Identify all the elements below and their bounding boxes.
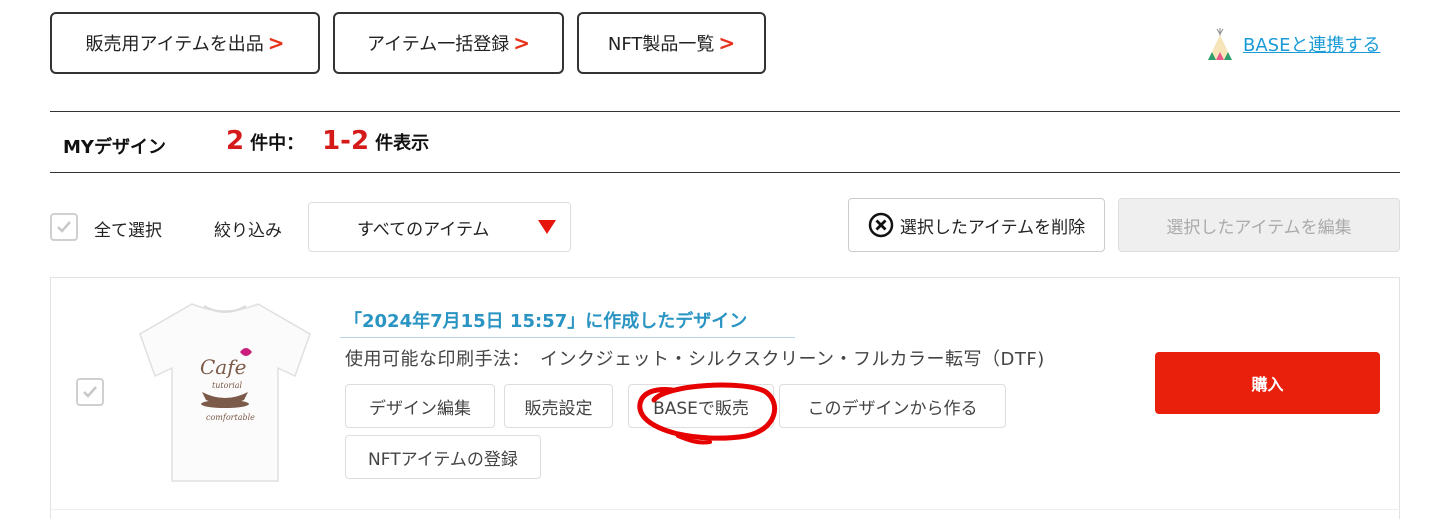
- delete-selected-button[interactable]: 選択したアイテムを削除: [848, 198, 1105, 252]
- result-count: 2 件中： 1-2 件表示: [226, 126, 441, 156]
- print-methods-label: 使用可能な印刷手法：: [345, 349, 530, 370]
- edit-selected-label: 選択したアイテムを編集: [1166, 217, 1352, 238]
- delete-selected-label: 選択したアイテムを削除: [899, 217, 1086, 238]
- bulk-register-label: アイテム一括登録: [367, 34, 510, 55]
- sell-on-base-button[interactable]: BASEで販売: [628, 384, 774, 428]
- range-count: 1-2: [322, 126, 370, 156]
- total-count: 2: [226, 126, 245, 156]
- base-connect-link[interactable]: BASEと連携する: [1205, 24, 1380, 64]
- page-title: MYデザイン: [63, 137, 166, 158]
- nft-products-label: NFT製品一覧: [607, 34, 715, 55]
- sell-item-label: 販売用アイテムを出品: [85, 34, 264, 55]
- edit-selected-button[interactable]: 選択したアイテムを編集: [1118, 198, 1400, 252]
- select-all-checkbox[interactable]: [50, 213, 78, 241]
- select-all-label: 全て選択: [94, 221, 162, 241]
- thumbnail-text-sub2: comfortable: [206, 413, 255, 422]
- base-connect-label: BASEと連携する: [1243, 35, 1381, 56]
- sale-settings-button[interactable]: 販売設定: [504, 384, 613, 428]
- close-circle-icon: [868, 212, 894, 238]
- tshirt-image: Cafe tutorial comfortable: [139, 303, 311, 482]
- total-suffix: 件中：: [250, 133, 305, 154]
- check-icon: [57, 221, 71, 233]
- print-methods-value: インクジェット・シルクスクリーン・フルカラー転写（DTF): [540, 349, 1045, 370]
- sell-item-button[interactable]: 販売用アイテムを出品 >: [50, 12, 320, 74]
- chevron-right-icon: >: [513, 31, 530, 55]
- print-methods: 使用可能な印刷手法： インクジェット・シルクスクリーン・フルカラー転写（DTF): [345, 345, 1045, 371]
- thumbnail-text-sub1: tutorial: [212, 381, 243, 390]
- chevron-right-icon: >: [718, 31, 736, 55]
- create-from-design-button[interactable]: このデザインから作る: [779, 384, 1006, 428]
- check-icon: [83, 386, 97, 398]
- divider: [50, 509, 1400, 510]
- filter-select-value: すべてのアイテム: [357, 219, 490, 240]
- teepee-icon: [1208, 28, 1232, 60]
- range-suffix: 件表示: [375, 133, 430, 154]
- design-edit-button[interactable]: デザイン編集: [345, 384, 495, 428]
- dropdown-triangle-icon: [538, 220, 556, 234]
- design-title-link[interactable]: 「2024年7月15日 15:57」に作成したデザイン: [340, 302, 795, 338]
- nft-register-button[interactable]: NFTアイテムの登録: [345, 435, 541, 479]
- divider: [50, 111, 1400, 112]
- nft-products-button[interactable]: NFT製品一覧 >: [577, 12, 766, 74]
- bulk-register-button[interactable]: アイテム一括登録 >: [333, 12, 564, 74]
- thumbnail-text-main: Cafe: [200, 355, 246, 379]
- chevron-right-icon: >: [267, 31, 285, 55]
- design-thumbnail[interactable]: Cafe tutorial comfortable: [130, 296, 320, 486]
- item-checkbox[interactable]: [76, 378, 104, 406]
- buy-button[interactable]: 購入: [1155, 352, 1380, 414]
- filter-select[interactable]: すべてのアイテム: [308, 202, 571, 252]
- divider: [50, 172, 1400, 173]
- filter-label: 絞り込み: [214, 221, 282, 241]
